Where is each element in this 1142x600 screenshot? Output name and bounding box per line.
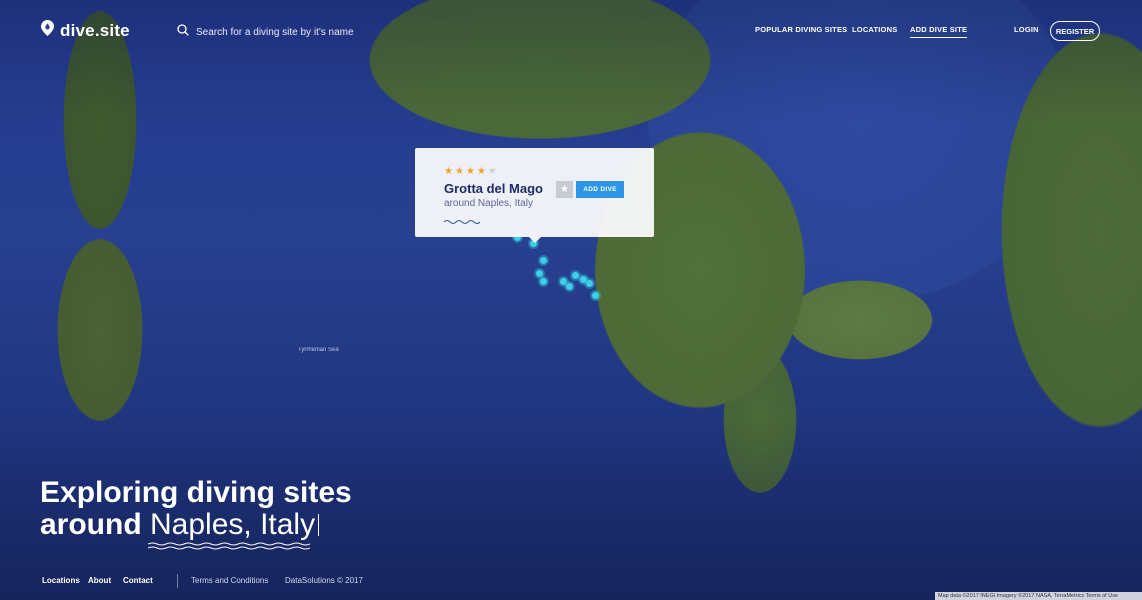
star-icon: ★ <box>465 166 475 177</box>
brand-name: dive.site <box>60 20 130 40</box>
nav-add-dive-site[interactable]: ADD DIVE SITE <box>910 25 968 38</box>
site-location: around Naples, Italy <box>444 198 533 209</box>
search-input[interactable] <box>196 26 396 38</box>
map-attribution: Map data ©2017 INEGI Imagery ©2017 NASA,… <box>935 592 1142 600</box>
add-dive-button[interactable]: ADD DIVE <box>576 181 624 198</box>
star-icon: ★ <box>444 166 453 177</box>
dive-site-marker[interactable] <box>536 270 543 277</box>
wave-divider-icon <box>443 212 481 230</box>
sea-label: Tyrrhenian Sea <box>298 347 339 353</box>
copyright-text: DataSolutions © 2017 <box>285 576 363 585</box>
footer-link-terms[interactable]: Terms and Conditions <box>191 576 268 585</box>
text-cursor <box>318 514 320 536</box>
search-icon <box>177 23 189 41</box>
star-icon: ★ <box>454 166 464 177</box>
dive-site-marker[interactable] <box>540 257 547 264</box>
footer-link-contact[interactable]: Contact <box>123 576 153 585</box>
dive-site-marker[interactable] <box>540 278 547 285</box>
nav-popular-diving-sites[interactable]: POPULAR DIVING SITES <box>755 25 847 34</box>
hero-line-1: Exploring diving sites <box>40 476 352 509</box>
hero-line-2-bold: around <box>40 508 142 541</box>
star-icon: ★ <box>560 184 569 195</box>
footer-divider <box>177 574 178 588</box>
map-pin-drop-icon <box>41 20 54 41</box>
dive-site-marker[interactable] <box>572 272 579 279</box>
dive-site-popup: ★ ★ ★ ★ ★ Grotta del Mago around Naples,… <box>415 148 654 243</box>
site-name[interactable]: Grotta del Mago <box>444 181 543 196</box>
nav-locations[interactable]: LOCATIONS <box>852 25 897 34</box>
favorite-button[interactable]: ★ <box>556 181 573 198</box>
footer-link-locations[interactable]: Locations <box>42 576 80 585</box>
login-link[interactable]: LOGIN <box>1014 25 1039 34</box>
star-icon: ★ <box>476 166 486 177</box>
dive-site-marker[interactable] <box>586 280 593 287</box>
hero-heading: Exploring diving sites around Naples, It… <box>40 476 352 550</box>
top-bar: dive.site POPULAR DIVING SITES LOCATIONS… <box>0 0 1142 60</box>
rating-stars: ★ ★ ★ ★ ★ <box>444 167 497 177</box>
dive-site-marker[interactable] <box>592 292 599 299</box>
register-button[interactable]: REGISTER <box>1050 21 1100 41</box>
search-bar[interactable] <box>177 23 396 41</box>
wave-underline-icon <box>147 537 311 555</box>
star-icon: ★ <box>487 166 497 177</box>
logo[interactable]: dive.site <box>41 20 130 41</box>
footer-link-about[interactable]: About <box>88 576 111 585</box>
dive-site-marker[interactable] <box>566 283 573 290</box>
